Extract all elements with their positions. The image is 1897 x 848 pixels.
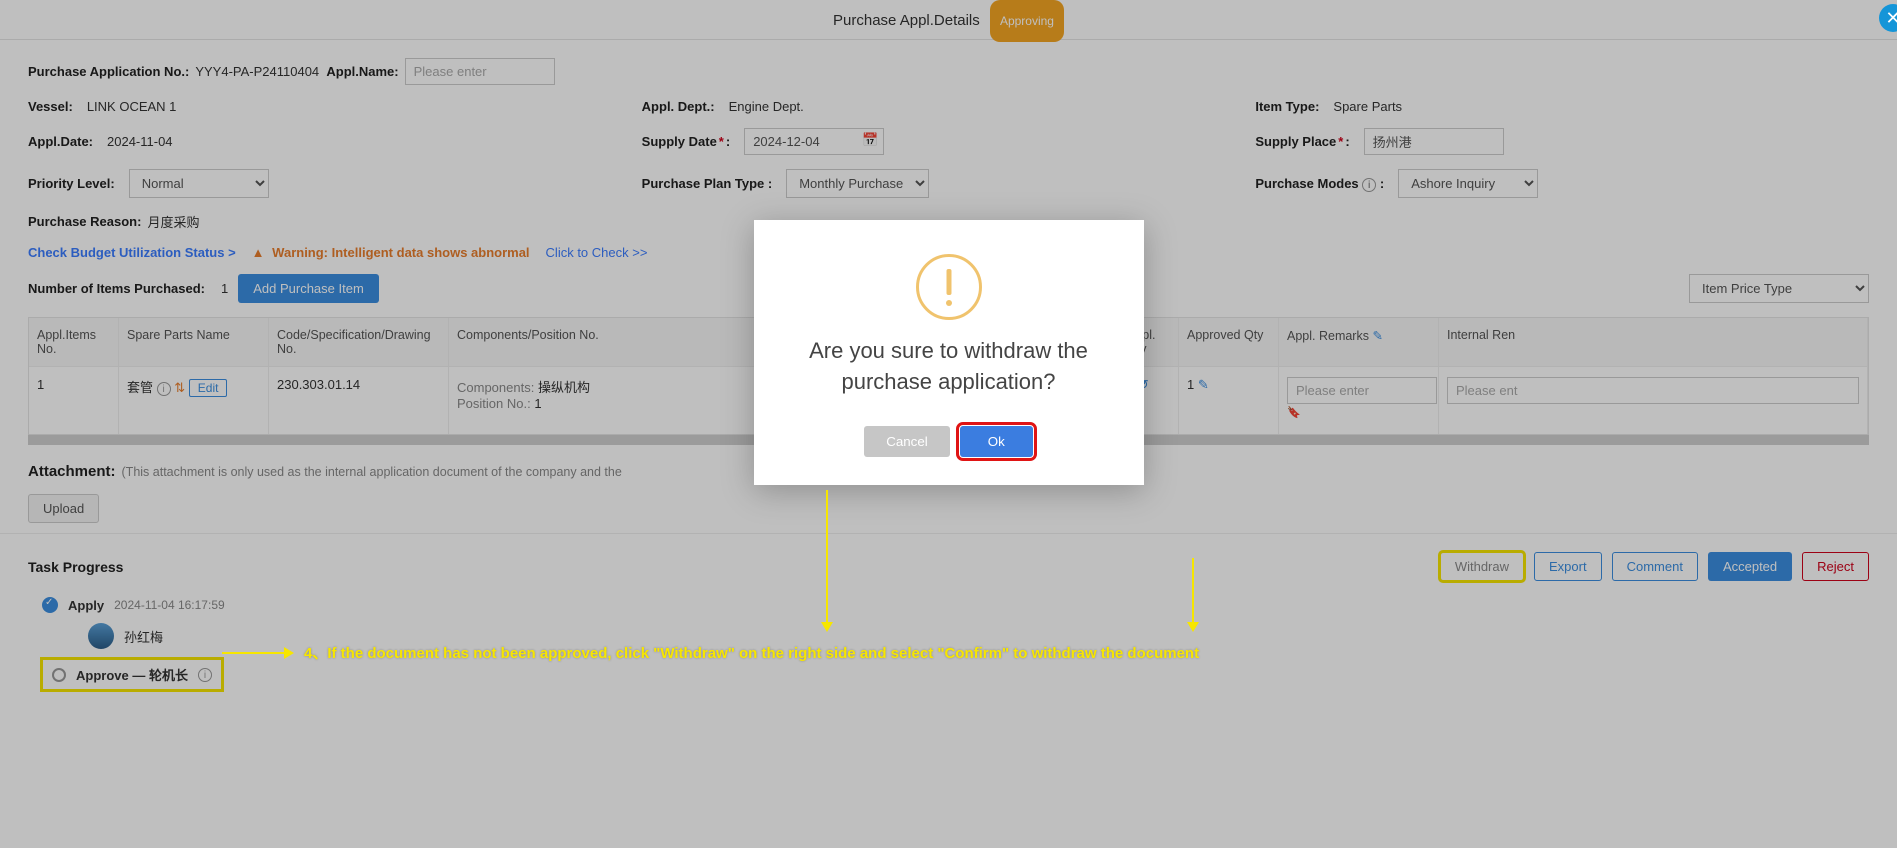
cell-internal: [1439, 366, 1868, 434]
cell-approved-qty: 1 ✎: [1179, 366, 1279, 434]
app-no-label: Purchase Application No.:: [28, 64, 189, 79]
reason-label: Purchase Reason:: [28, 214, 141, 229]
reason-value: 月度采购: [147, 212, 199, 231]
appl-date-label: Appl.Date:: [28, 134, 93, 149]
add-purchase-item-button[interactable]: Add Purchase Item: [238, 274, 379, 303]
apply-step-title: Apply: [68, 598, 104, 613]
reject-button[interactable]: Reject: [1802, 552, 1869, 581]
remarks-input[interactable]: [1287, 377, 1437, 404]
supply-place-label: Supply Place*:: [1255, 134, 1349, 149]
appl-date-value: 2024-11-04: [107, 134, 173, 149]
item-type-label: Item Type:: [1255, 99, 1319, 114]
apply-step-date: 2024-11-04 16:17:59: [114, 598, 225, 612]
apply-user: 孙红梅: [124, 627, 163, 646]
th-code: Code/Specification/Drawing No.: [269, 318, 449, 366]
warning-text: ▲ Warning: Intelligent data shows abnorm…: [252, 245, 530, 260]
th-name: Spare Parts Name: [119, 318, 269, 366]
priority-label: Priority Level:: [28, 176, 115, 191]
cell-remarks: 🔖: [1279, 366, 1439, 434]
appl-dept-value: Engine Dept.: [729, 99, 804, 114]
th-remarks: Appl. Remarks ✎: [1279, 318, 1439, 366]
sort-icon[interactable]: ⇅: [174, 380, 185, 395]
cell-code: 230.303.01.14: [269, 366, 449, 434]
export-button[interactable]: Export: [1534, 552, 1602, 581]
th-approved: Approved Qty: [1179, 318, 1279, 366]
page-title: Purchase Appl.Details Approving: [833, 12, 1064, 29]
page-header: Purchase Appl.Details Approving: [0, 0, 1897, 40]
appl-dept-label: Appl. Dept.:: [642, 99, 715, 114]
plan-type-select[interactable]: Monthly Purchase: [786, 169, 929, 198]
vessel-value: LINK OCEAN 1: [87, 99, 177, 114]
upload-button[interactable]: Upload: [28, 494, 99, 523]
annotation-text: 4、If the document has not been approved,…: [304, 642, 1199, 663]
modal-message: Are you sure to withdraw the purchase ap…: [784, 336, 1114, 398]
action-bar: Withdraw Export Comment Accepted Reject: [1440, 552, 1869, 581]
info-icon[interactable]: i: [198, 668, 212, 682]
app-no-value: YYY4-PA-P24110404: [195, 64, 319, 79]
info-icon[interactable]: i: [157, 382, 171, 396]
cancel-button[interactable]: Cancel: [864, 426, 950, 457]
purchase-modes-select[interactable]: Ashore Inquiry: [1398, 169, 1538, 198]
th-items-no: Appl.Items No.: [29, 318, 119, 366]
edit-button[interactable]: Edit: [189, 379, 228, 397]
check-link[interactable]: Click to Check >>: [546, 245, 648, 260]
status-badge: Approving: [990, 0, 1064, 42]
num-items-label: Number of Items Purchased:: [28, 281, 205, 296]
app-name-input[interactable]: [405, 58, 555, 85]
cell-name: 套管 i ⇅ Edit: [119, 366, 269, 434]
app-name-label: Appl.Name:: [326, 64, 398, 79]
exclamation-icon: [916, 254, 982, 320]
vessel-label: Vessel:: [28, 99, 73, 114]
calendar-icon[interactable]: 📅: [862, 132, 878, 148]
ok-button[interactable]: Ok: [960, 426, 1033, 457]
budget-link[interactable]: Check Budget Utilization Status >: [28, 245, 236, 260]
edit-icon[interactable]: ✎: [1372, 329, 1382, 343]
info-icon[interactable]: i: [1362, 178, 1376, 192]
purchase-modes-label: Purchase Modes i :: [1255, 176, 1384, 192]
approve-step-title: Approve — 轮机长: [76, 665, 188, 684]
supply-place-input[interactable]: [1364, 128, 1504, 155]
comment-button[interactable]: Comment: [1612, 552, 1698, 581]
warning-icon: ▲: [252, 245, 265, 260]
task-progress-title: Task Progress: [28, 559, 123, 575]
priority-select[interactable]: Normal: [129, 169, 269, 198]
withdraw-button[interactable]: Withdraw: [1440, 552, 1524, 581]
internal-input[interactable]: [1447, 377, 1859, 404]
avatar: [88, 623, 114, 649]
cell-no: 1: [29, 366, 119, 434]
confirm-modal: Are you sure to withdraw the purchase ap…: [754, 220, 1144, 485]
tag-icon[interactable]: 🔖: [1287, 407, 1301, 419]
item-type-value: Spare Parts: [1333, 99, 1402, 114]
step-done-icon: [42, 597, 58, 613]
plan-type-label: Purchase Plan Type :: [642, 176, 773, 191]
accepted-button[interactable]: Accepted: [1708, 552, 1792, 581]
attachment-note: (This attachment is only used as the int…: [122, 465, 622, 479]
step-pending-icon: [52, 668, 66, 682]
item-price-type-select[interactable]: Item Price Type: [1689, 274, 1869, 303]
num-items-value: 1: [221, 281, 228, 296]
supply-date-label: Supply Date*:: [642, 134, 731, 149]
edit-icon[interactable]: ✎: [1198, 377, 1209, 392]
th-internal: Internal Ren: [1439, 318, 1868, 366]
attachment-label: Attachment:: [28, 463, 116, 480]
